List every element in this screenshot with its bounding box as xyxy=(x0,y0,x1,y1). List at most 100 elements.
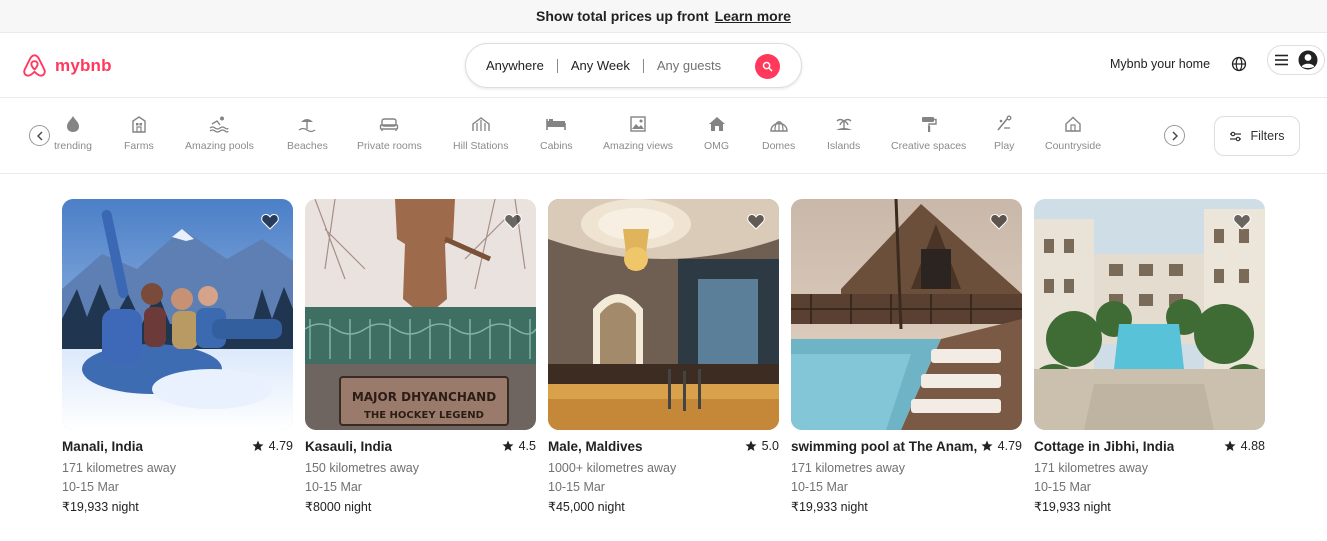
category-bar: trending Farms Amazing pools Beaches Pri… xyxy=(0,98,1327,174)
listing-title: Kasauli, India xyxy=(305,438,393,454)
listing-price: ₹19,933 night xyxy=(1034,500,1111,514)
bed-icon xyxy=(379,114,399,134)
chevron-right-icon xyxy=(1172,131,1178,140)
listing-photo[interactable] xyxy=(548,199,779,430)
category-label: Play xyxy=(994,140,1015,152)
play-icon xyxy=(995,114,1013,134)
listing-rating: 4.88 xyxy=(1224,439,1265,453)
listing-distance: 171 kilometres away xyxy=(791,461,905,475)
category-cabins[interactable]: Cabins xyxy=(540,114,573,152)
category-beaches[interactable]: Beaches xyxy=(287,114,328,152)
listing-dates: 10-15 Mar xyxy=(1034,480,1091,494)
heart-icon[interactable] xyxy=(1233,213,1251,230)
brand-name: mybnb xyxy=(55,55,112,75)
category-private-rooms[interactable]: Private rooms xyxy=(357,114,422,152)
category-hill-stations[interactable]: Hill Stations xyxy=(453,114,508,152)
listing-title: Cottage in Jibhi, India xyxy=(1034,438,1175,454)
dome-icon xyxy=(769,114,789,134)
listing-rating: 4.79 xyxy=(981,439,1022,453)
rating-value: 5.0 xyxy=(761,439,779,453)
category-prev-button[interactable] xyxy=(29,125,50,146)
category-next-button[interactable] xyxy=(1164,125,1185,146)
filters-label: Filters xyxy=(1250,129,1285,143)
barn-icon xyxy=(130,114,148,134)
paint-roller-icon xyxy=(920,114,938,134)
category-amazing-pools[interactable]: Amazing pools xyxy=(185,114,254,152)
host-link[interactable]: Mybnb your home xyxy=(1110,57,1210,71)
category-play[interactable]: Play xyxy=(994,114,1014,152)
category-label: Creative spaces xyxy=(891,140,967,152)
listings-grid: Manali, India 4.79 171 kilometres away 1… xyxy=(0,199,1327,529)
listing-title: swimming pool at The Anam, xyxy=(791,438,978,454)
category-label: Cabins xyxy=(540,140,573,152)
listing-photo[interactable]: MAJOR DHYANCHAND THE HOCKEY LEGEND xyxy=(305,199,536,430)
rating-value: 4.5 xyxy=(518,439,536,453)
heart-icon[interactable] xyxy=(504,213,522,230)
category-trending[interactable]: trending xyxy=(54,114,92,152)
heart-icon[interactable] xyxy=(261,213,279,230)
listing-price: ₹45,000 night xyxy=(548,500,625,514)
pool-icon xyxy=(209,114,230,134)
listing-dates: 10-15 Mar xyxy=(305,480,362,494)
category-farms[interactable]: Farms xyxy=(124,114,154,152)
category-omg[interactable]: OMG xyxy=(704,114,729,152)
listing-photo[interactable] xyxy=(62,199,293,430)
category-creative-spaces[interactable]: Creative spaces xyxy=(891,114,966,152)
star-icon xyxy=(1224,440,1236,451)
search-bar[interactable]: Anywhere Any Week Any guests xyxy=(465,43,802,88)
category-label: Countryside xyxy=(1045,140,1102,152)
mountain-icon xyxy=(471,114,491,134)
category-countryside[interactable]: Countryside xyxy=(1045,114,1101,152)
island-icon xyxy=(834,114,854,134)
listing-photo[interactable] xyxy=(791,199,1022,430)
listing-card[interactable]: MAJOR DHYANCHAND THE HOCKEY LEGEND Kasau… xyxy=(305,199,536,514)
search-icon xyxy=(762,61,773,72)
sliders-icon xyxy=(1230,131,1242,141)
listing-card[interactable]: Cottage in Jibhi, India 4.88 171 kilomet… xyxy=(1034,199,1265,514)
category-label: Beaches xyxy=(287,140,328,152)
chevron-left-icon xyxy=(36,131,42,140)
learn-more-link[interactable]: Learn more xyxy=(715,8,791,24)
promo-banner: Show total prices up front Learn more xyxy=(0,0,1327,33)
category-label: OMG xyxy=(704,140,730,152)
star-icon xyxy=(745,440,757,451)
search-divider xyxy=(642,58,644,73)
heart-icon[interactable] xyxy=(747,213,765,230)
category-domes[interactable]: Domes xyxy=(762,114,795,152)
listing-card[interactable]: swimming pool at The Anam, 4.79 171 kilo… xyxy=(791,199,1022,514)
search-when[interactable]: Any Week xyxy=(571,58,630,73)
listing-title: Manali, India xyxy=(62,438,144,454)
countryside-icon xyxy=(1064,114,1082,134)
picture-icon xyxy=(629,114,647,134)
search-button[interactable] xyxy=(755,54,780,79)
listing-dates: 10-15 Mar xyxy=(548,480,605,494)
beach-icon xyxy=(297,114,317,134)
listing-dates: 10-15 Mar xyxy=(791,480,848,494)
listing-rating: 4.79 xyxy=(252,439,293,453)
brand-icon xyxy=(23,54,46,77)
rating-value: 4.88 xyxy=(1240,439,1265,453)
category-label: Hill Stations xyxy=(453,140,509,152)
plaque-line-1: MAJOR DHYANCHAND xyxy=(352,390,496,404)
star-icon xyxy=(981,440,993,451)
listing-distance: 150 kilometres away xyxy=(305,461,419,475)
filters-button[interactable]: Filters xyxy=(1214,116,1300,156)
category-islands[interactable]: Islands xyxy=(827,114,860,152)
rating-value: 4.79 xyxy=(997,439,1022,453)
search-where[interactable]: Anywhere xyxy=(486,58,544,73)
category-label: trending xyxy=(54,140,92,152)
listing-card[interactable]: Male, Maldives 5.0 1000+ kilometres away… xyxy=(548,199,779,514)
listing-rating: 5.0 xyxy=(745,439,779,453)
globe-icon xyxy=(1231,56,1247,72)
listing-photo[interactable] xyxy=(1034,199,1265,430)
category-amazing-views[interactable]: Amazing views xyxy=(603,114,673,152)
brand-logo[interactable]: mybnb xyxy=(22,52,112,79)
listing-distance: 171 kilometres away xyxy=(1034,461,1148,475)
listing-card[interactable]: Manali, India 4.79 171 kilometres away 1… xyxy=(62,199,293,514)
language-button[interactable] xyxy=(1231,56,1247,77)
heart-icon[interactable] xyxy=(990,213,1008,230)
category-label: Amazing views xyxy=(603,140,674,152)
flame-icon xyxy=(64,114,82,134)
search-who[interactable]: Any guests xyxy=(657,58,721,73)
user-menu-button[interactable] xyxy=(1267,45,1325,75)
